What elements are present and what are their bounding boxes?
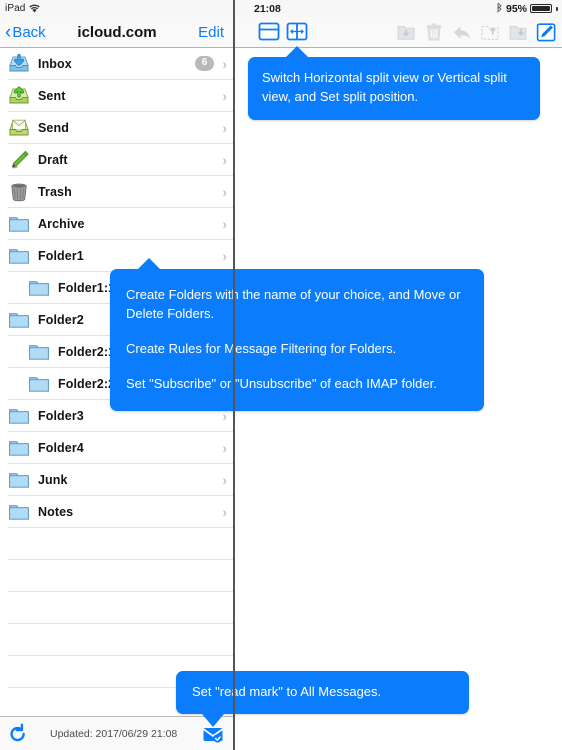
trash-can-icon bbox=[8, 182, 30, 202]
bottom-toolbar: Updated: 2017/06/29 21:08 bbox=[0, 716, 233, 750]
mailbox-label: Archive bbox=[38, 216, 85, 231]
folder-icon bbox=[28, 342, 50, 362]
folder-icon bbox=[8, 470, 30, 490]
mailbox-row-inbox[interactable]: Inbox 6 › bbox=[8, 48, 233, 80]
chevron-right-icon: › bbox=[222, 247, 227, 264]
mailbox-row-send[interactable]: Send › bbox=[8, 112, 233, 144]
status-bar-left: iPad bbox=[0, 0, 234, 17]
folder-icon bbox=[8, 246, 30, 266]
folder-icon bbox=[8, 406, 30, 426]
callout-split-view: Switch Horizontal split view or Vertical… bbox=[248, 46, 540, 120]
empty-row bbox=[8, 528, 233, 560]
folder-icon bbox=[8, 502, 30, 522]
battery-icon bbox=[530, 4, 552, 13]
status-bar-right: 21:08 95% bbox=[234, 0, 562, 17]
callout-arrow-down-icon bbox=[202, 713, 224, 727]
callout-read-mark: Set "read mark" to All Messages. bbox=[176, 671, 469, 727]
chevron-right-icon: › bbox=[222, 471, 227, 488]
chevron-right-icon: › bbox=[222, 215, 227, 232]
reply-button[interactable] bbox=[452, 21, 472, 43]
archive-button[interactable] bbox=[396, 21, 416, 43]
status-bar-time: 21:08 bbox=[254, 2, 281, 15]
mailbox-label: Folder1 bbox=[38, 248, 84, 263]
folder-icon bbox=[8, 438, 30, 458]
mailbox-row-junk[interactable]: Junk › bbox=[8, 464, 233, 496]
mailbox-label: Junk bbox=[38, 472, 68, 487]
chevron-right-icon: › bbox=[222, 119, 227, 136]
callout-folders: Create Folders with the name of your cho… bbox=[110, 258, 484, 412]
callout-split-view-text: Switch Horizontal split view or Vertical… bbox=[262, 70, 507, 104]
mailbox-row-trash[interactable]: Trash › bbox=[8, 176, 233, 208]
folder-icon bbox=[8, 214, 30, 234]
bluetooth-icon bbox=[496, 0, 503, 18]
horizontal-split-view-button[interactable] bbox=[258, 21, 280, 42]
delete-button[interactable] bbox=[424, 21, 444, 43]
compose-button[interactable] bbox=[536, 21, 556, 43]
mailbox-row-folder1[interactable]: Folder1 › bbox=[8, 240, 233, 272]
callout-folders-line2: Create Rules for Message Filtering for F… bbox=[126, 340, 397, 356]
chevron-right-icon: › bbox=[222, 87, 227, 104]
wifi-icon bbox=[29, 0, 41, 18]
refresh-icon[interactable] bbox=[8, 723, 28, 745]
empty-row bbox=[8, 560, 233, 592]
mailbox-row-notes[interactable]: Notes › bbox=[8, 496, 233, 528]
inbox-tray-down-icon bbox=[8, 53, 30, 74]
chevron-right-icon: › bbox=[222, 55, 227, 72]
folder-icon bbox=[28, 278, 50, 298]
folder-icon bbox=[28, 374, 50, 394]
ipad-mail-app-screen: iPad 21:08 95% ‹ Back icloud.com Edit In… bbox=[0, 0, 562, 750]
mailbox-label: Inbox bbox=[38, 56, 72, 71]
empty-row bbox=[8, 592, 233, 624]
mailbox-label: Draft bbox=[38, 152, 68, 167]
outbox-envelope-icon bbox=[8, 118, 30, 138]
chevron-right-icon: › bbox=[222, 183, 227, 200]
split-divider[interactable] bbox=[233, 0, 235, 750]
pencil-icon bbox=[8, 150, 30, 170]
callout-folders-line3: Set "Subscribe" or "Unsubscribe" of each… bbox=[126, 375, 437, 391]
chevron-right-icon: › bbox=[222, 151, 227, 168]
mailbox-label: Trash bbox=[38, 184, 72, 199]
sent-tray-up-icon bbox=[8, 86, 30, 106]
mailbox-row-draft[interactable]: Draft › bbox=[8, 144, 233, 176]
mailbox-label: Notes bbox=[38, 504, 74, 519]
vertical-split-view-button[interactable] bbox=[286, 21, 308, 42]
empty-row bbox=[8, 624, 233, 656]
callout-arrow-up-icon bbox=[138, 258, 160, 269]
move-to-folder-button[interactable] bbox=[480, 21, 500, 43]
chevron-right-icon: › bbox=[222, 503, 227, 520]
battery-percent-label: 95% bbox=[505, 2, 527, 15]
mailbox-label: Send bbox=[38, 120, 69, 135]
battery-nub-icon bbox=[556, 6, 558, 11]
mailbox-row-folder4[interactable]: Folder4 › bbox=[8, 432, 233, 464]
edit-button[interactable]: Edit bbox=[198, 24, 224, 41]
unread-count-badge: 6 bbox=[194, 56, 215, 71]
chevron-right-icon: › bbox=[222, 439, 227, 456]
folder-icon bbox=[8, 310, 30, 330]
navigation-bar: ‹ Back icloud.com Edit bbox=[0, 17, 234, 48]
callout-folders-line1: Create Folders with the name of your cho… bbox=[126, 287, 461, 321]
callout-read-mark-text: Set "read mark" to All Messages. bbox=[192, 684, 382, 699]
mailbox-label: Sent bbox=[38, 88, 66, 103]
mailbox-label: Folder4 bbox=[38, 440, 84, 455]
callout-arrow-up-icon bbox=[286, 46, 308, 57]
status-bar-device-label: iPad bbox=[5, 3, 26, 14]
message-toolbar bbox=[234, 17, 562, 48]
mailbox-row-sent[interactable]: Sent › bbox=[8, 80, 233, 112]
copy-to-folder-button[interactable] bbox=[508, 21, 528, 43]
mailbox-row-archive[interactable]: Archive › bbox=[8, 208, 233, 240]
updated-timestamp: Updated: 2017/06/29 21:08 bbox=[50, 727, 178, 740]
